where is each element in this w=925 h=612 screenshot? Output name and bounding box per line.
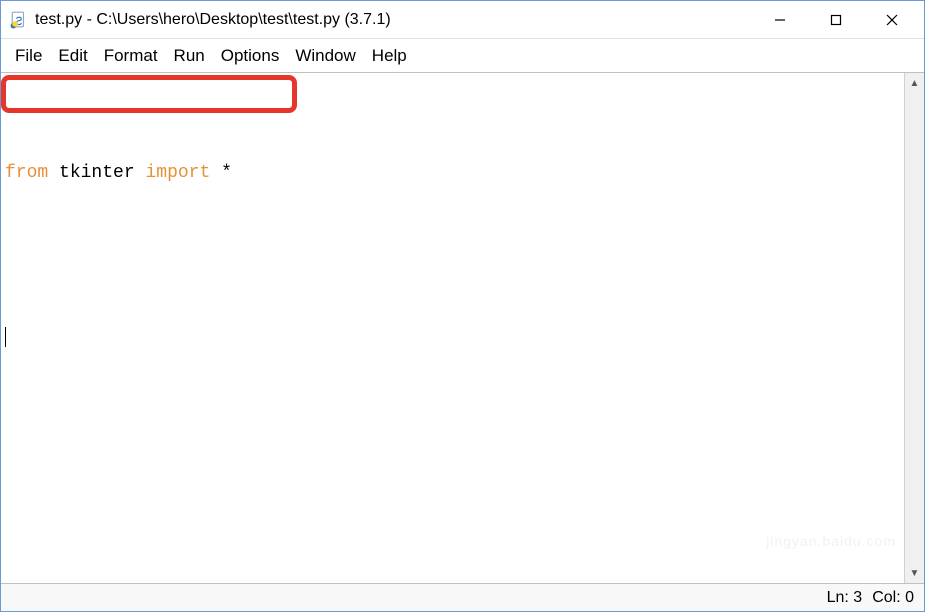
menu-format[interactable]: Format <box>96 42 166 70</box>
titlebar: test.py - C:\Users\hero\Desktop\test\tes… <box>1 1 924 39</box>
menu-help[interactable]: Help <box>364 42 415 70</box>
close-icon <box>886 14 898 26</box>
maximize-button[interactable] <box>808 1 864 38</box>
maximize-icon <box>830 14 842 26</box>
minimize-button[interactable] <box>752 1 808 38</box>
code-line-2 <box>5 243 900 271</box>
status-column: Col: 0 <box>872 589 914 607</box>
window-title: test.py - C:\Users\hero\Desktop\test\tes… <box>35 11 752 29</box>
code-editor[interactable]: from tkinter import * <box>1 73 904 583</box>
scroll-down-arrow-icon[interactable]: ▼ <box>905 563 924 583</box>
app-icon <box>9 10 29 30</box>
editor-area: from tkinter import * ▲ ▼ jingyan.baidu.… <box>1 73 924 583</box>
token-module-name: tkinter <box>59 159 135 187</box>
minimize-icon <box>774 14 786 26</box>
menu-options[interactable]: Options <box>213 42 288 70</box>
token-import-keyword: import <box>145 159 210 187</box>
code-line-3 <box>5 327 900 347</box>
statusbar: Ln: 3 Col: 0 <box>1 583 924 611</box>
annotation-highlight-box <box>1 75 297 113</box>
token-from-keyword: from <box>5 159 48 187</box>
token-star: * <box>221 159 232 187</box>
text-cursor <box>5 327 6 347</box>
close-button[interactable] <box>864 1 920 38</box>
menu-file[interactable]: File <box>7 42 50 70</box>
menu-window[interactable]: Window <box>287 42 363 70</box>
scroll-up-arrow-icon[interactable]: ▲ <box>905 73 924 93</box>
code-line-1: from tkinter import * <box>5 159 900 187</box>
menu-run[interactable]: Run <box>166 42 213 70</box>
menubar: File Edit Format Run Options Window Help <box>1 39 924 73</box>
window-controls <box>752 1 920 38</box>
menu-edit[interactable]: Edit <box>50 42 95 70</box>
vertical-scrollbar[interactable]: ▲ ▼ <box>904 73 924 583</box>
status-line: Ln: 3 <box>827 589 863 607</box>
